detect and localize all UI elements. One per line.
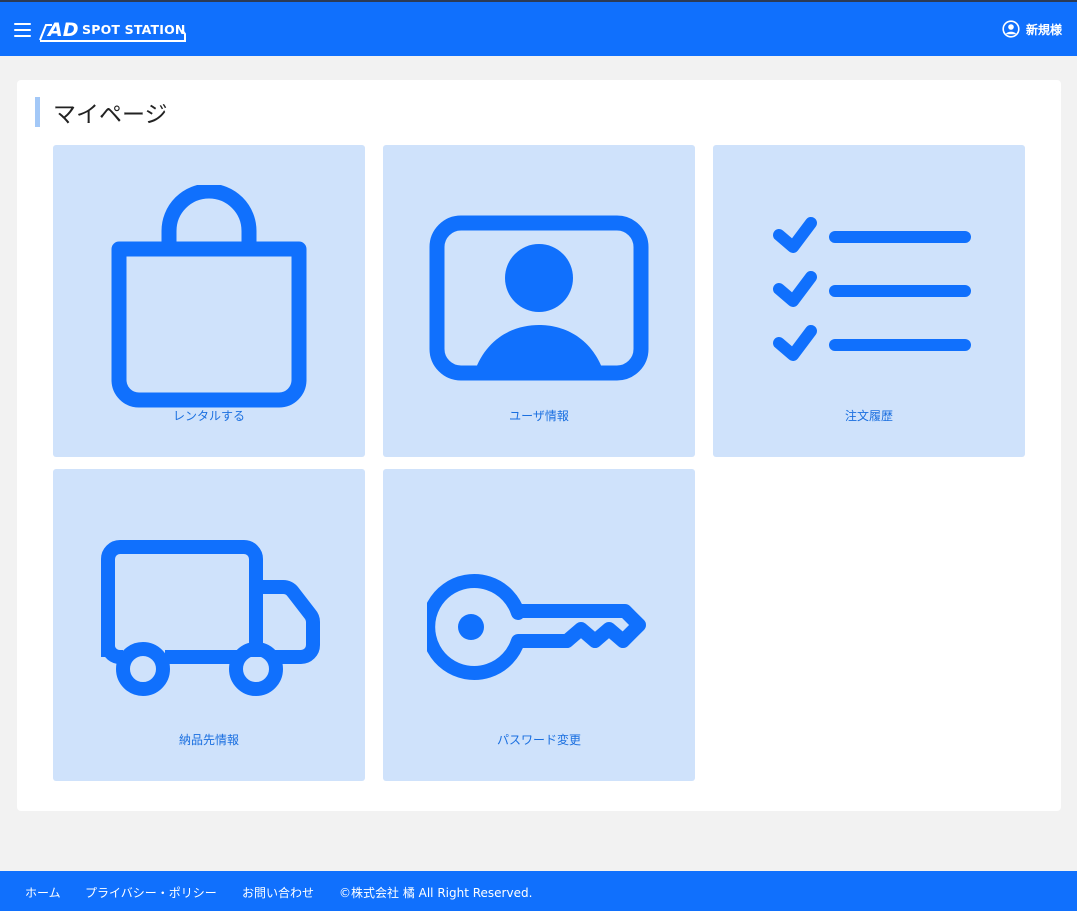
footer-link-contact[interactable]: お問い合わせ <box>242 884 314 901</box>
tile-label: 注文履歴 <box>844 409 893 423</box>
footer-copyright: ©株式会社 橘 All Right Reserved. <box>339 886 533 900</box>
tile-user-info[interactable]: ユーザ情報 <box>383 145 695 457</box>
site-logo[interactable]: AD SPOT STATION <box>38 16 190 44</box>
tile-password-change[interactable]: パスワード変更 <box>383 469 695 781</box>
shopping-bag-icon <box>111 185 307 408</box>
tile-order-history[interactable]: 注文履歴 <box>713 145 1025 457</box>
logo-text: SPOT STATION <box>82 22 186 37</box>
title-accent-bar <box>35 97 40 127</box>
footer-link-privacy[interactable]: プライバシー・ポリシー <box>85 884 217 901</box>
person-badge-icon <box>429 215 649 381</box>
footer: ホーム プライバシー・ポリシー お問い合わせ ©株式会社 橘 All Right… <box>0 871 1077 911</box>
user-name: 新規様 <box>1025 22 1062 37</box>
user-circle-icon <box>1002 20 1020 38</box>
page-title: マイページ <box>53 102 168 128</box>
user-menu[interactable]: 新規様 <box>1002 19 1062 39</box>
tile-label: ユーザ情報 <box>509 409 569 423</box>
tile-label: レンタルする <box>172 409 245 423</box>
tile-label: 納品先情報 <box>178 733 239 747</box>
key-icon <box>427 574 646 680</box>
hamburger-menu-icon[interactable] <box>14 21 32 37</box>
svg-text:AD: AD <box>46 19 78 41</box>
tile-rental[interactable]: レンタルする <box>53 145 365 457</box>
checklist-icon <box>773 217 971 361</box>
tile-delivery-info[interactable]: 納品先情報 <box>53 469 365 781</box>
tile-label: パスワード変更 <box>496 733 581 747</box>
footer-link-home[interactable]: ホーム <box>25 884 61 901</box>
truck-icon <box>101 540 320 696</box>
top-navbar: AD SPOT STATION 新規様 <box>0 0 1077 56</box>
main-card: マイページ レンタルする ユーザ情報 注文履歴 納品先情報 パスワード変更 <box>17 80 1061 811</box>
